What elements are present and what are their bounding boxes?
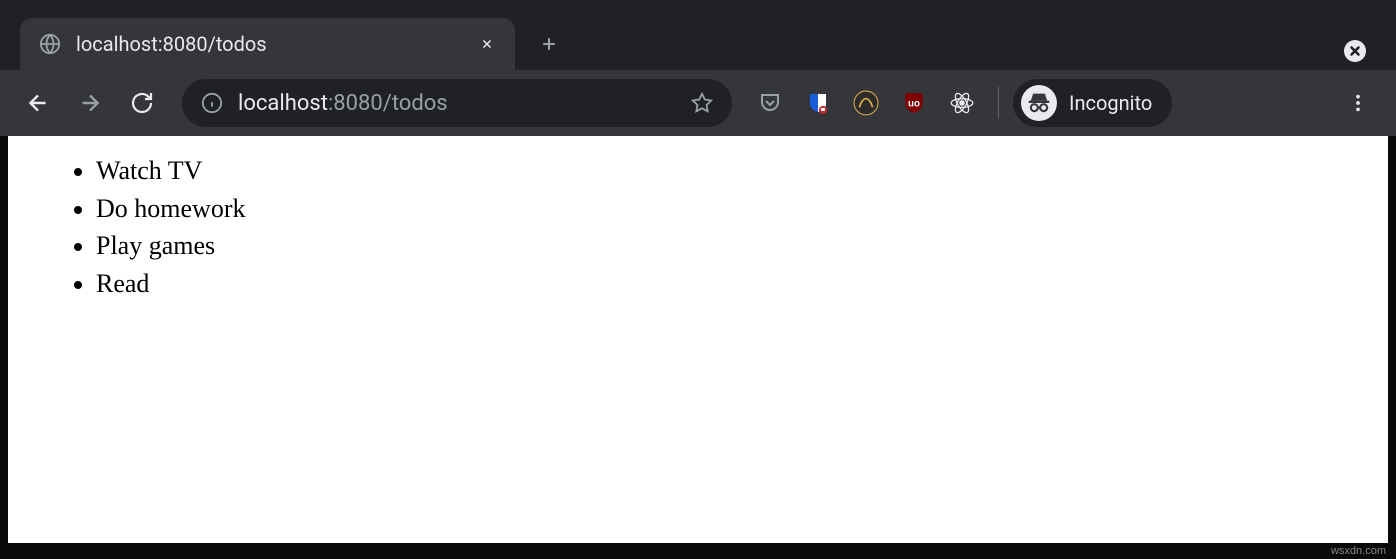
window-close-icon[interactable] bbox=[1342, 38, 1368, 64]
url-host: localhost bbox=[238, 91, 328, 116]
toolbar: localhost:8080/todos bbox=[0, 70, 1396, 136]
site-info-icon[interactable] bbox=[200, 91, 224, 115]
ublock-icon[interactable]: uo bbox=[892, 81, 936, 125]
list-item: Watch TV bbox=[96, 152, 1360, 190]
globe-icon bbox=[38, 32, 62, 56]
kebab-menu-icon[interactable] bbox=[1336, 81, 1380, 125]
extension-icon[interactable] bbox=[844, 81, 888, 125]
url-text: localhost:8080/todos bbox=[238, 91, 676, 116]
back-button[interactable] bbox=[16, 81, 60, 125]
watermark: wsxdn.com bbox=[1331, 545, 1386, 557]
new-tab-button[interactable] bbox=[529, 24, 569, 64]
url-path: :8080/todos bbox=[328, 91, 448, 116]
page-content: Watch TV Do homework Play games Read bbox=[8, 136, 1388, 543]
list-item: Play games bbox=[96, 227, 1360, 265]
bookmark-star-icon[interactable] bbox=[690, 91, 714, 115]
reload-button[interactable] bbox=[120, 81, 164, 125]
svg-text:uo: uo bbox=[908, 98, 920, 109]
close-tab-icon[interactable] bbox=[477, 34, 497, 54]
forward-button[interactable] bbox=[68, 81, 112, 125]
todo-list: Watch TV Do homework Play games Read bbox=[36, 152, 1360, 303]
tab-title: localhost:8080/todos bbox=[76, 32, 463, 56]
list-item: Do homework bbox=[96, 190, 1360, 228]
address-bar[interactable]: localhost:8080/todos bbox=[182, 79, 732, 127]
tab-strip: localhost:8080/todos bbox=[0, 0, 1396, 70]
incognito-badge[interactable]: Incognito bbox=[1013, 79, 1172, 127]
list-item: Read bbox=[96, 265, 1360, 303]
pocket-icon[interactable] bbox=[748, 81, 792, 125]
extensions-area: uo bbox=[748, 81, 984, 125]
react-devtools-icon[interactable] bbox=[940, 81, 984, 125]
browser-chrome: localhost:8080/todos bbox=[0, 0, 1396, 136]
bitwarden-icon[interactable] bbox=[796, 81, 840, 125]
browser-tab[interactable]: localhost:8080/todos bbox=[20, 18, 515, 70]
incognito-label: Incognito bbox=[1069, 91, 1152, 115]
toolbar-divider bbox=[998, 87, 999, 119]
incognito-icon bbox=[1021, 85, 1057, 121]
